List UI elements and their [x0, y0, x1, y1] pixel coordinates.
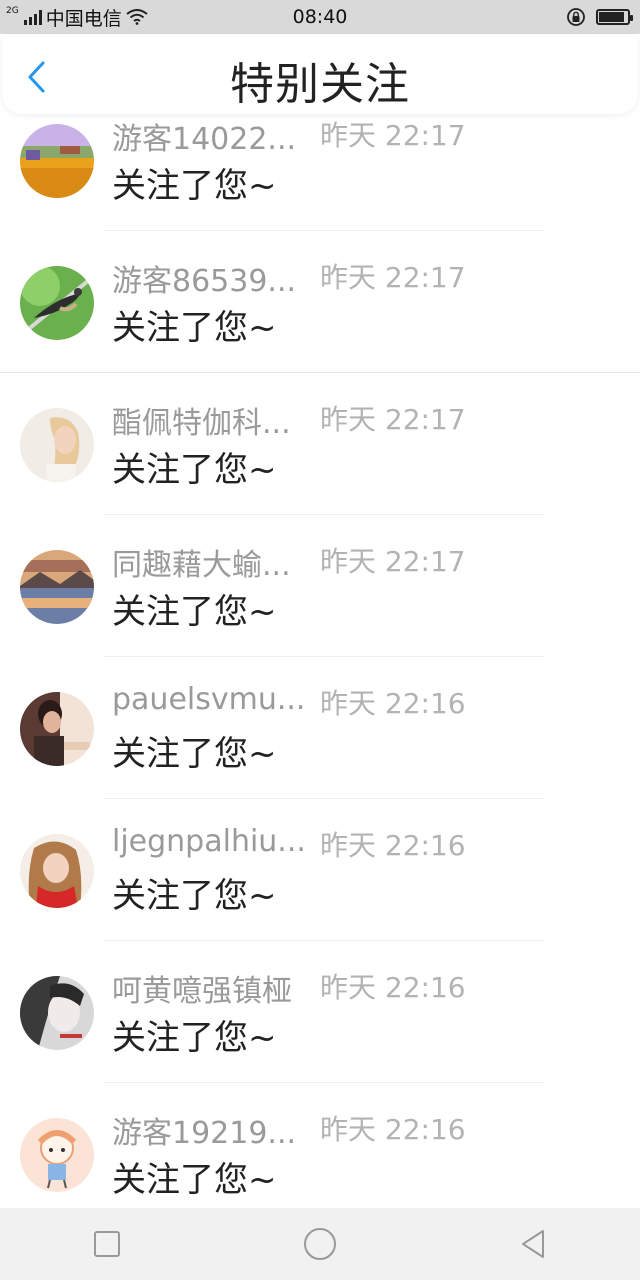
- item-name: 同趣藉大蝓...: [112, 548, 291, 583]
- square-icon: [93, 1231, 120, 1257]
- avatar-man-portrait-image: [20, 692, 94, 766]
- list-item[interactable]: 呵黄噫强镇桠 昨天 22:16 关注了您~: [0, 946, 640, 1088]
- list-item[interactable]: pauelsvmu... 昨天 22:16 关注了您~: [0, 662, 640, 804]
- avatar-girl-bw-image: [20, 976, 94, 1050]
- list-item[interactable]: 同趣藉大蝓... 昨天 22:17 关注了您~: [0, 520, 640, 662]
- divider: [0, 372, 640, 373]
- signal-icon: [23, 9, 42, 25]
- item-time: 昨天 22:17: [320, 545, 466, 578]
- item-time: 昨天 22:16: [320, 829, 466, 862]
- item-message: 关注了您~: [112, 166, 277, 206]
- avatar[interactable]: [20, 408, 94, 482]
- avatar[interactable]: [20, 692, 94, 766]
- item-time: 昨天 22:17: [320, 403, 466, 436]
- item-time: 昨天 22:16: [320, 687, 466, 720]
- system-back-button[interactable]: [503, 1214, 563, 1274]
- wifi-icon: [126, 9, 148, 25]
- avatar[interactable]: [20, 1118, 94, 1192]
- item-name: ljegnpalhiu...: [112, 824, 306, 859]
- system-nav-bar: [0, 1208, 640, 1280]
- carrier-name: 中国电信: [45, 7, 122, 30]
- divider: [104, 514, 544, 515]
- avatar-girl-red-scarf-image: [20, 834, 94, 908]
- item-message: 关注了您~: [112, 1018, 277, 1058]
- avatar-landscape-flowers-image: [20, 124, 94, 198]
- page-title: 特别关注: [230, 59, 410, 110]
- item-time: 昨天 22:17: [320, 261, 466, 294]
- item-name: 呵黄噫强镇桠: [112, 974, 292, 1009]
- divider: [104, 940, 544, 941]
- status-left: 2G 中国电信: [0, 4, 148, 31]
- item-time: 昨天 22:17: [320, 119, 466, 152]
- list-item[interactable]: 游客86539... 昨天 22:17 关注了您~: [0, 236, 640, 378]
- avatar[interactable]: [20, 976, 94, 1050]
- item-message: 关注了您~: [112, 450, 277, 490]
- item-message: 关注了您~: [112, 734, 277, 774]
- divider: [104, 230, 544, 231]
- status-bar: 2G 中国电信 08:40: [0, 0, 640, 34]
- avatar[interactable]: [20, 834, 94, 908]
- network-type: 2G: [6, 6, 19, 16]
- status-right: [566, 7, 640, 27]
- item-time: 昨天 22:16: [320, 1113, 466, 1146]
- item-message: 关注了您~: [112, 1160, 277, 1200]
- list-item[interactable]: 游客14022... 昨天 22:17 关注了您~: [0, 114, 640, 236]
- nav-bar: 特别关注: [2, 34, 638, 114]
- avatar-girl-portrait-image: [20, 408, 94, 482]
- item-message: 关注了您~: [112, 592, 277, 632]
- avatar-bird-image: [20, 266, 94, 340]
- item-name: 游客86539...: [112, 264, 297, 299]
- divider: [104, 798, 544, 799]
- list-item[interactable]: 游客19219... 昨天 22:16 关注了您~: [0, 1088, 640, 1208]
- item-name: 酯佩特伽科...: [112, 406, 291, 441]
- item-message: 关注了您~: [112, 308, 277, 348]
- item-message: 关注了您~: [112, 876, 277, 916]
- divider: [104, 1082, 544, 1083]
- avatar[interactable]: [20, 266, 94, 340]
- avatar-lake-image: [20, 550, 94, 624]
- circle-icon: [303, 1228, 336, 1260]
- avatar[interactable]: [20, 550, 94, 624]
- list-item[interactable]: ljegnpalhiu... 昨天 22:16 关注了您~: [0, 804, 640, 946]
- divider: [104, 656, 544, 657]
- item-name: pauelsvmu...: [112, 682, 306, 717]
- item-name: 游客14022...: [112, 122, 297, 157]
- avatar-cartoon-girl-image: [20, 1118, 94, 1192]
- follow-list[interactable]: 游客14022... 昨天 22:17 关注了您~ 游客86539... 昨天 …: [0, 114, 640, 1208]
- avatar[interactable]: [20, 124, 94, 198]
- home-button[interactable]: [290, 1214, 350, 1274]
- item-time: 昨天 22:16: [320, 971, 466, 1004]
- recent-apps-button[interactable]: [77, 1214, 137, 1274]
- item-name: 游客19219...: [112, 1116, 297, 1151]
- battery-icon: [596, 9, 633, 25]
- triangle-back-icon: [522, 1230, 545, 1258]
- battery-level: [599, 12, 624, 22]
- list-item[interactable]: 酯佩特伽科... 昨天 22:17 关注了您~: [0, 378, 640, 520]
- rotation-lock-icon: [567, 8, 585, 26]
